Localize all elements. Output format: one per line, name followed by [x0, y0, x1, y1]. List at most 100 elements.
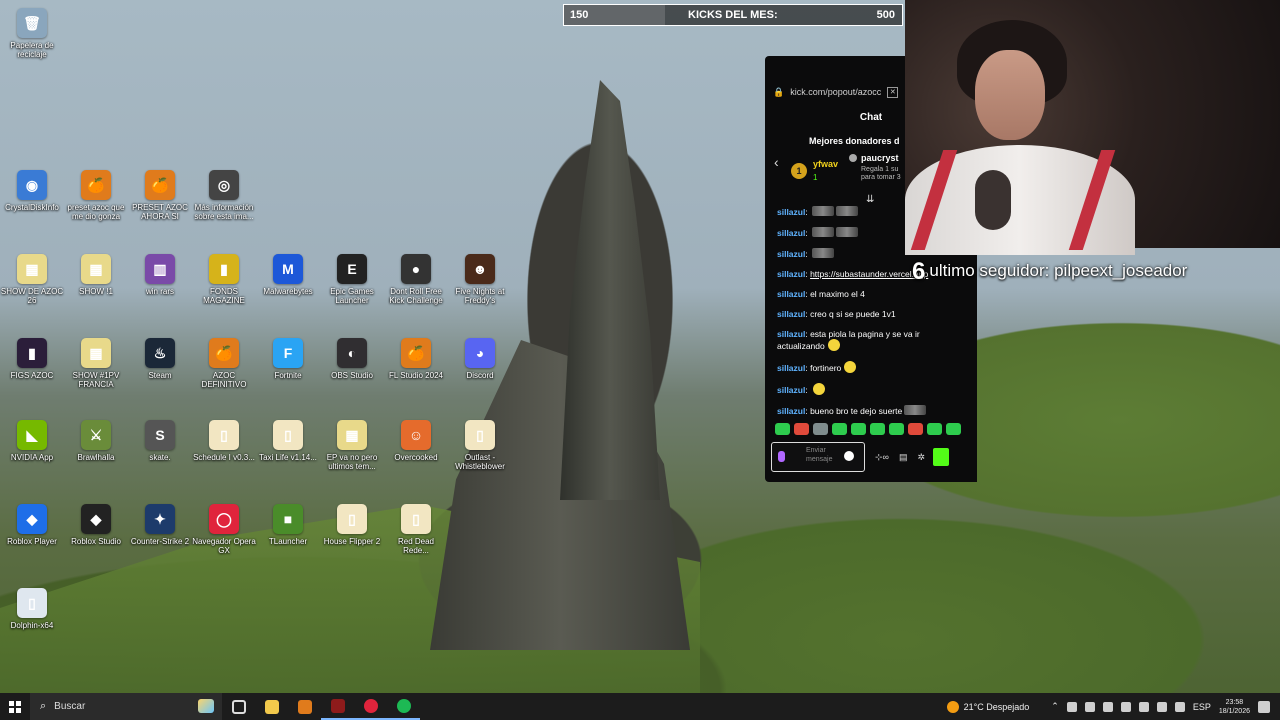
tray-icon[interactable]	[1084, 701, 1095, 712]
desktop-icon[interactable]: E Epic Games Launcher	[320, 254, 384, 305]
emote-icon[interactable]	[946, 423, 961, 435]
desktop-icon[interactable]: 🗑 Papelera de reciclaje	[0, 8, 64, 59]
wifi-icon[interactable]	[1138, 701, 1149, 712]
store-icon[interactable]: ▤	[899, 452, 908, 463]
desktop-icon[interactable]: ◯ Navegador Opera GX	[192, 504, 256, 555]
taskbar-opera[interactable]	[354, 693, 387, 720]
notification-icon[interactable]	[1258, 700, 1270, 713]
desktop-icon[interactable]: ▦ EP va no pero ultimos tem...	[320, 420, 384, 471]
desktop-icon[interactable]: ▦ SHOW DE AZOC 26	[0, 254, 64, 305]
emote-icon[interactable]	[794, 423, 809, 435]
chat-username[interactable]: sillazul	[777, 289, 805, 299]
taskbar-search[interactable]: ⌕ Buscar	[30, 693, 222, 720]
desktop-icon[interactable]: ▯ Schedule I v0.3...	[192, 420, 256, 462]
app-icon: ◆	[17, 504, 47, 534]
taskbar-fl-studio[interactable]	[288, 693, 321, 720]
desktop-icon[interactable]: 🍊 preset azoc que me dio gonza	[64, 170, 128, 221]
pin-icon[interactable]: ⇊	[866, 194, 874, 205]
desktop-icon[interactable]: ⚔ Brawlhalla	[64, 420, 128, 462]
copilot-icon[interactable]	[198, 699, 214, 713]
desktop-icon[interactable]: Sskate.	[128, 420, 192, 462]
desktop-icon[interactable]: ■ TLauncher	[256, 504, 320, 546]
chat-username[interactable]: sillazul	[777, 228, 805, 238]
tray-icon[interactable]	[1102, 701, 1113, 712]
close-icon[interactable]: ✕	[887, 86, 899, 98]
emote-icon[interactable]	[813, 423, 828, 435]
chat-input[interactable]: Enviar mensaje	[771, 442, 865, 472]
weather-widget[interactable]: 21°C Despejado	[946, 700, 1029, 713]
chat-username[interactable]: sillazul	[777, 363, 805, 373]
tray-icon[interactable]	[1066, 701, 1077, 712]
taskbar-file-explorer[interactable]	[255, 693, 288, 720]
desktop-icon[interactable]: ◆ Roblox Player	[0, 504, 64, 546]
task-view-button[interactable]	[222, 693, 255, 720]
desktop-icon[interactable]: ✦ Counter-Strike 2	[128, 504, 192, 546]
start-button[interactable]	[0, 693, 30, 720]
chevron-left-icon[interactable]: ‹	[774, 154, 779, 170]
emoji-icon[interactable]	[844, 451, 854, 461]
emote-icon[interactable]	[927, 423, 942, 435]
taskbar: ⌕ Buscar 21°C Despejado ⌃ ESP 23:58 18/1…	[0, 693, 1280, 720]
desktop-icon[interactable]: ☻ Five Nights at Freddy's	[448, 254, 512, 305]
desktop-icon[interactable]: ● Dont Roll Free Kick Challenge	[384, 254, 448, 305]
desktop-icon[interactable]: 🍊 FL Studio 2024	[384, 338, 448, 380]
settings-icon[interactable]: ✲	[917, 452, 925, 463]
send-button[interactable]	[933, 448, 950, 466]
app-icon: ◎	[209, 170, 239, 200]
desktop-icon[interactable]: ▦ SHOW !1	[64, 254, 128, 296]
chevron-up-icon[interactable]: ⌃	[1051, 701, 1059, 712]
webcam-face	[975, 50, 1045, 140]
desktop-icon[interactable]: ◕ Discord	[448, 338, 512, 380]
desktop-icon[interactable]: ◉ CrystalDiskInfo	[0, 170, 64, 212]
desktop-icon[interactable]: ▯ Red Dead Rede...	[384, 504, 448, 555]
chat-link[interactable]: https://subastaunder.vercel.app	[810, 269, 928, 279]
chat-username[interactable]: sillazul	[777, 385, 805, 395]
search-icon: ⌕	[40, 700, 47, 712]
taskbar-obs[interactable]	[321, 693, 354, 720]
emote-quick-row	[775, 423, 975, 435]
desktop-icon[interactable]: ▯ House Flipper 2	[320, 504, 384, 546]
desktop-icon[interactable]: ▦ SHOW #1PV FRANCIA	[64, 338, 128, 389]
desktop-icon[interactable]: 🍊 AZOC DEFINITIVO	[192, 338, 256, 389]
chat-username[interactable]: sillazul	[777, 406, 805, 416]
tray-icon[interactable]	[1120, 701, 1131, 712]
desktop-icon[interactable]: ☺ Overcooked	[384, 420, 448, 462]
emote-icon[interactable]	[889, 423, 904, 435]
desktop-icon[interactable]: ▯ Taxi Life v1.14...	[256, 420, 320, 462]
desktop-icon[interactable]: ◎ Más información sobre esta ima...	[192, 170, 256, 221]
emote-icon[interactable]	[908, 423, 923, 435]
desktop-icon[interactable]: ▥ win rars	[128, 254, 192, 296]
emote-icon[interactable]	[775, 423, 790, 435]
language-indicator[interactable]: ESP	[1193, 702, 1211, 712]
desktop-icon-label: Brawlhalla	[77, 453, 115, 462]
battery-icon[interactable]	[1174, 701, 1185, 712]
chat-username[interactable]: sillazul	[777, 269, 805, 279]
emote-icon[interactable]	[832, 423, 847, 435]
app-icon: ▦	[17, 254, 47, 284]
volume-icon[interactable]	[1156, 701, 1167, 712]
desktop-icon[interactable]: M Malwarebytes	[256, 254, 320, 296]
desktop-icon[interactable]: ▮ FONDS MAGAZINE	[192, 254, 256, 305]
desktop-icon[interactable]: ◐ OBS Studio	[320, 338, 384, 380]
desktop-icon[interactable]: ▯ Dolphin-x64	[0, 588, 64, 630]
mic-icon[interactable]	[778, 451, 785, 462]
top-donor-name: yfwav	[813, 159, 839, 169]
desktop-icon[interactable]: F Fortnite	[256, 338, 320, 380]
desktop-icon[interactable]: 🍊 PRESET AZOC AHORA SI	[128, 170, 192, 221]
app-icon: ▯	[465, 420, 495, 450]
desktop-icon[interactable]: ◣ NVIDIA App	[0, 420, 64, 462]
taskbar-spotify[interactable]	[387, 693, 420, 720]
desktop-icon[interactable]: ♨ Steam	[128, 338, 192, 380]
chat-username[interactable]: sillazul	[777, 329, 805, 339]
desktop-icon[interactable]: ▮ FIGS AZOC	[0, 338, 64, 380]
chat-username[interactable]: sillazul	[777, 207, 805, 217]
chat-username[interactable]: sillazul	[777, 309, 805, 319]
desktop-icon[interactable]: ▯ Outlast - Whistleblower	[448, 420, 512, 471]
desktop-icon-label: Más información sobre esta ima...	[194, 203, 254, 221]
emote-icon[interactable]	[870, 423, 885, 435]
clock[interactable]: 23:58 18/1/2026	[1219, 698, 1250, 716]
emote-icon[interactable]	[851, 423, 866, 435]
gift-icon[interactable]: ⊹∞	[875, 452, 889, 463]
chat-username[interactable]: sillazul	[777, 249, 805, 259]
desktop-icon[interactable]: ◆ Roblox Studio	[64, 504, 128, 546]
